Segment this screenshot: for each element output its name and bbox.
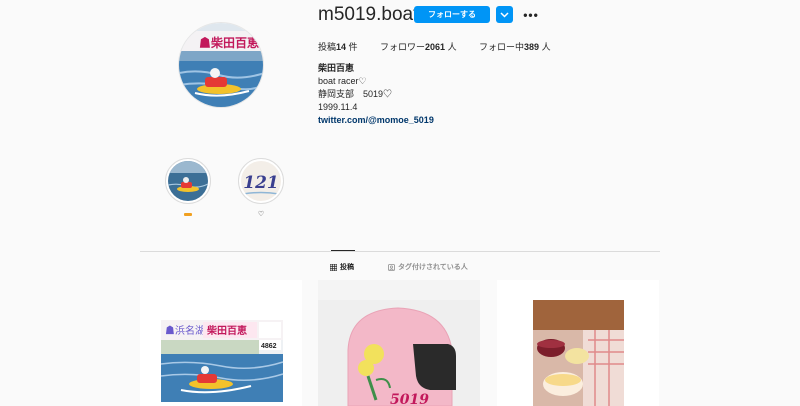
- followers-stat[interactable]: フォロワー2061 人: [380, 40, 457, 53]
- post-tile[interactable]: 5019: [318, 280, 480, 406]
- bio-line: 静岡支部 5019♡: [318, 89, 393, 99]
- post-tile[interactable]: ☗浜名湖 柴田百恵 4862: [140, 280, 302, 406]
- emoji-icon: [184, 213, 192, 216]
- highlight-label: [165, 211, 211, 218]
- full-name: 柴田百恵: [318, 63, 355, 73]
- posts-stat: 投稿14 件: [318, 42, 358, 52]
- profile-bio: 柴田百恵 boat racer♡ 静岡支部 5019♡ 1999.11.4 tw…: [318, 62, 434, 127]
- tab-tagged[interactable]: タグ付けされている人: [388, 262, 468, 272]
- svg-text:121: 121: [243, 173, 279, 193]
- ellipsis-icon: •••: [523, 7, 539, 22]
- suggested-dropdown-button[interactable]: [496, 6, 513, 23]
- highlight-1[interactable]: [165, 158, 211, 204]
- following-stat[interactable]: フォロー中389 人: [479, 40, 551, 53]
- follow-button[interactable]: フォローする: [414, 6, 490, 23]
- active-tab-indicator: [331, 250, 355, 251]
- tab-posts[interactable]: 投稿: [330, 262, 354, 272]
- grid-icon: [330, 263, 337, 271]
- more-options-button[interactable]: •••: [522, 6, 540, 23]
- tabs-divider: [140, 251, 660, 252]
- bio-link[interactable]: twitter.com/@momoe_5019: [318, 114, 434, 127]
- highlight-2[interactable]: 121: [238, 158, 284, 204]
- svg-text:☗浜名湖: ☗浜名湖: [165, 324, 205, 337]
- post-tile[interactable]: [497, 280, 659, 406]
- bio-line: 1999.11.4: [318, 102, 358, 112]
- tag-user-icon: [388, 263, 395, 271]
- chevron-down-icon: [500, 11, 509, 18]
- svg-text:5019: 5019: [390, 392, 429, 406]
- highlight-label: ♡: [257, 211, 265, 218]
- bio-line: boat racer♡: [318, 76, 367, 86]
- username: m5019.boat: [318, 4, 419, 25]
- svg-text:柴田百恵: 柴田百恵: [206, 324, 247, 337]
- svg-text:4862: 4862: [261, 343, 277, 350]
- svg-text:☗柴田百恵: ☗柴田百恵: [199, 35, 259, 50]
- profile-avatar[interactable]: ☗柴田百恵: [178, 22, 264, 108]
